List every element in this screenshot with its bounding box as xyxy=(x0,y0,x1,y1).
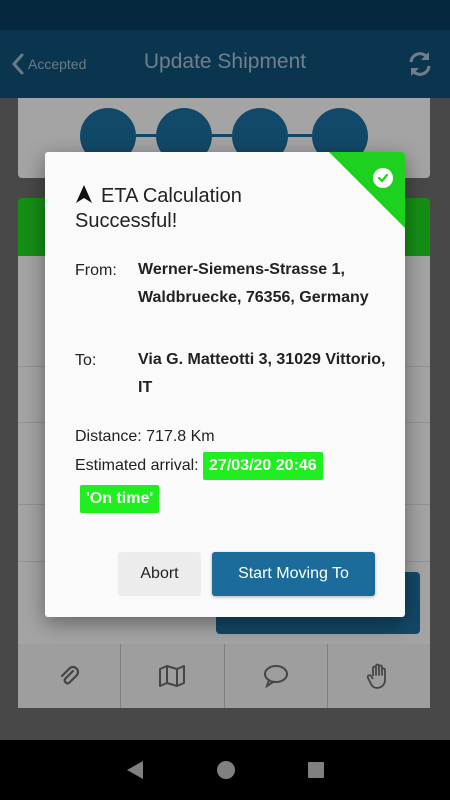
to-label: To: xyxy=(75,352,97,369)
arrival-row: Estimated arrival: 27/03/20 20:46 xyxy=(75,452,323,480)
status-row: 'On time' xyxy=(80,485,160,513)
arrival-label: Estimated arrival: xyxy=(75,457,199,474)
check-circle-icon xyxy=(373,168,393,188)
from-address: Werner-Siemens-Strasse 1, Waldbruecke, 7… xyxy=(138,261,369,306)
distance-text: Distance: 717.8 Km xyxy=(75,428,215,445)
to-address: Via G. Matteotti 3, 31029 Vittorio, IT xyxy=(138,351,386,396)
arrival-badge: 27/03/20 20:46 xyxy=(203,452,323,480)
status-badge: 'On time' xyxy=(80,485,160,513)
success-corner xyxy=(329,152,405,228)
navigation-arrow-icon xyxy=(76,185,92,203)
dialog-title: ETA Calculation Successful! xyxy=(75,185,242,232)
from-label: From: xyxy=(75,262,117,279)
eta-dialog: ETA Calculation Successful! From: Werner… xyxy=(45,152,405,617)
start-moving-button[interactable]: Start Moving To xyxy=(212,552,375,596)
abort-button[interactable]: Abort xyxy=(118,552,201,596)
